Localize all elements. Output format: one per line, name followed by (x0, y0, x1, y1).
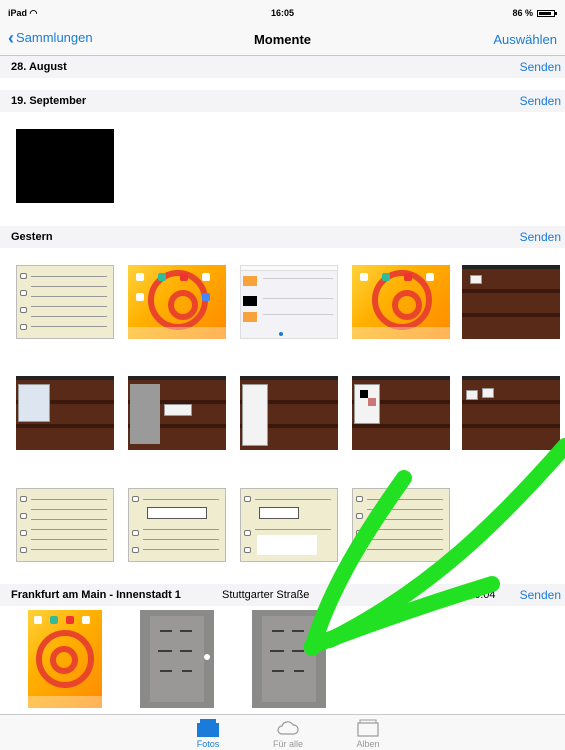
tab-bar: Fotos Für alle Alben (0, 714, 565, 750)
send-button[interactable]: Senden (520, 94, 561, 108)
tab-albums[interactable]: Alben (338, 719, 398, 749)
status-bar: iPad ◠ 16:05 86 % (0, 0, 565, 22)
photo-thumbnail[interactable] (252, 610, 326, 708)
photo-thumbnail[interactable] (352, 488, 450, 562)
albums-icon (357, 719, 379, 737)
photo-thumbnail[interactable] (352, 265, 450, 339)
tab-photos[interactable]: Fotos (178, 719, 238, 749)
photo-thumbnail[interactable] (28, 610, 102, 708)
select-button[interactable]: Auswählen (493, 32, 557, 47)
photo-thumbnail[interactable] (240, 376, 338, 450)
send-button[interactable]: Senden (520, 230, 561, 244)
section-title: Gestern (11, 231, 53, 243)
photo-thumbnail[interactable] (16, 376, 114, 450)
battery-status: 86 % (512, 8, 557, 18)
photo-thumbnail[interactable] (240, 265, 338, 339)
section-title: 19. September (11, 95, 87, 107)
battery-icon (537, 9, 557, 17)
send-button[interactable]: Senden (520, 60, 561, 74)
photo-thumbnail[interactable] (16, 129, 114, 203)
tab-label: Fotos (196, 739, 220, 749)
photo-thumbnail[interactable] (128, 488, 226, 562)
photo-thumbnail[interactable] (462, 265, 560, 339)
cloud-icon (277, 721, 299, 735)
tab-shared[interactable]: Für alle (258, 719, 318, 749)
photo-thumbnail[interactable] (462, 376, 560, 450)
section-header-yesterday: Gestern Senden (0, 226, 565, 248)
section-title: Frankfurt am Main - Innenstadt 1 (11, 589, 181, 601)
photo-thumbnail[interactable] (128, 376, 226, 450)
navigation-bar: ‹ Sammlungen Momente Auswählen (0, 22, 565, 56)
section-title: 28. August (11, 61, 67, 73)
tab-label: Alben (356, 739, 380, 749)
battery-percent: 86 % (512, 8, 533, 18)
photo-thumbnail[interactable] (140, 610, 214, 708)
photo-thumbnail[interactable] (352, 376, 450, 450)
tab-label: Für alle (272, 739, 303, 749)
photo-thumbnail[interactable] (16, 265, 114, 339)
section-header-september: 19. September Senden (0, 90, 565, 112)
send-button[interactable]: Senden (520, 588, 561, 602)
page-title: Momente (253, 32, 312, 47)
clock: 16:05 (270, 8, 295, 18)
photo-thumbnail[interactable] (128, 265, 226, 339)
section-subtitle: Stuttgarter Straße (222, 589, 310, 601)
section-header-frankfurt: Frankfurt am Main - Innenstadt 1 Stuttga… (0, 584, 565, 606)
section-time: 16:04 (468, 589, 496, 601)
photo-thumbnail[interactable] (16, 488, 114, 562)
photo-thumbnail[interactable] (240, 488, 338, 562)
battery-fill (539, 11, 552, 15)
section-header-august: 28. August Senden (0, 56, 565, 78)
photos-icon (197, 719, 219, 737)
